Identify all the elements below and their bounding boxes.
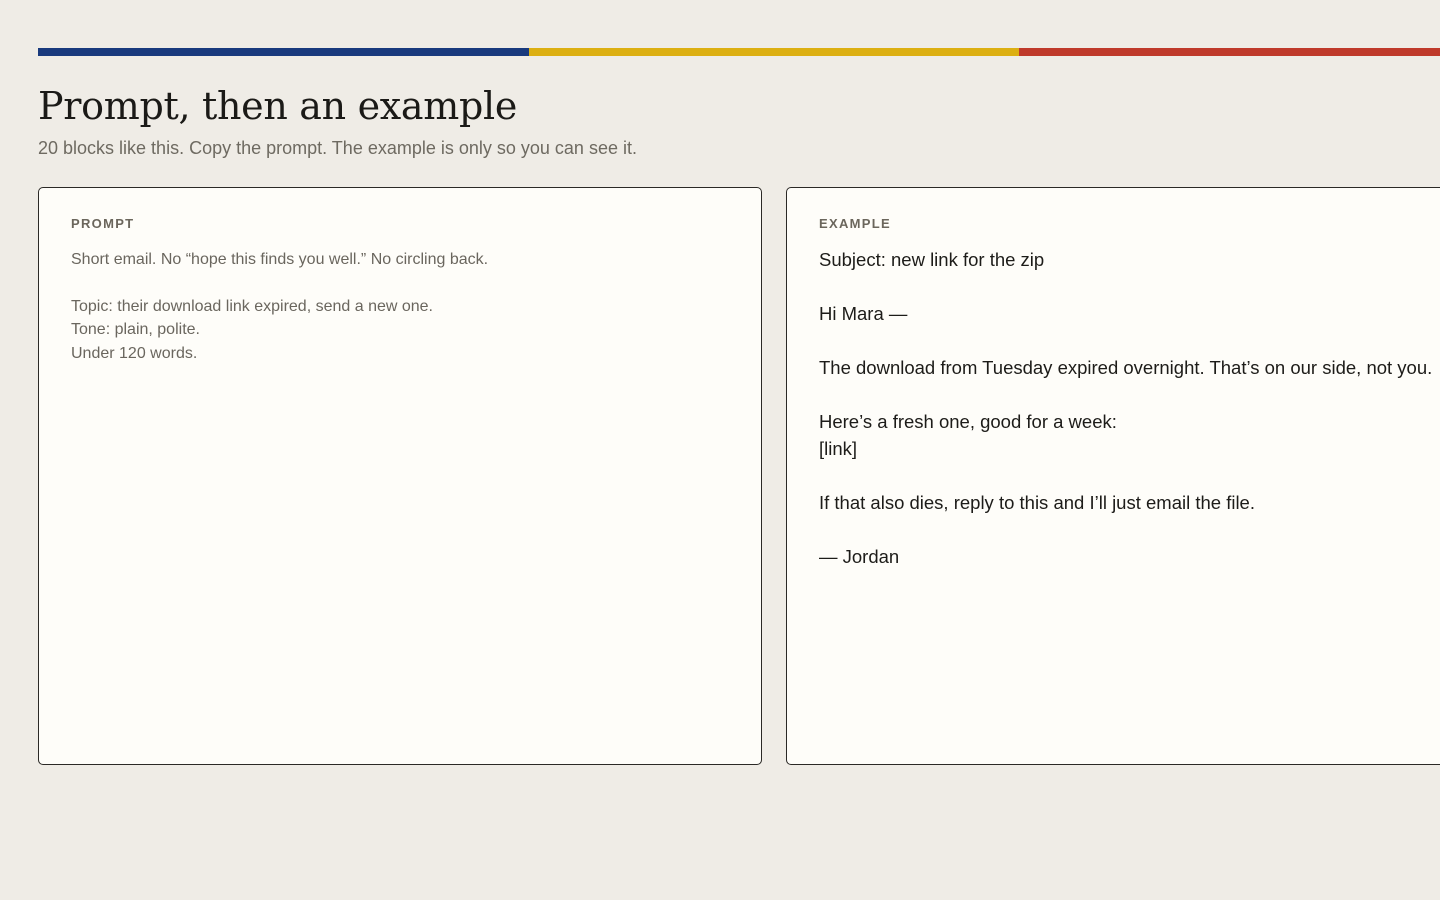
email-line: The download from Tuesday expired overni… — [819, 357, 1433, 378]
email-subject: Subject: new link for the zip — [819, 249, 1045, 270]
accent-stripe-blue — [38, 48, 529, 56]
accent-stripe-red — [1019, 48, 1440, 56]
page-title: Prompt, then an example — [38, 84, 518, 128]
prompt-line: Under 120 words. — [71, 344, 198, 362]
prompt-label: PROMPT — [71, 216, 135, 231]
prompt-line: Tone: plain, polite. — [71, 321, 200, 338]
email-greeting: Hi Mara — — [819, 303, 908, 324]
accent-stripe — [38, 48, 1440, 56]
prompt-line: Short email. No “hope this finds you wel… — [71, 251, 489, 268]
accent-stripe-yellow — [529, 48, 1019, 56]
page-subtitle: 20 blocks like this. Copy the prompt. Th… — [38, 138, 637, 158]
email-signature: — Jordan — [819, 546, 900, 567]
email-line: If that also dies, reply to this and I’l… — [819, 492, 1255, 513]
example-email: Subject: new link for the zip Hi Mara — … — [819, 246, 1440, 570]
email-link-placeholder: [link] — [819, 438, 858, 459]
example-label: EXAMPLE — [819, 216, 891, 231]
email-line: Here’s a fresh one, good for a week: — [819, 411, 1117, 432]
prompt-text[interactable]: Short email. No “hope this finds you wel… — [71, 248, 731, 365]
prompt-line: Topic: their download link expired, send… — [71, 297, 433, 315]
example-card: EXAMPLE Subject: new link for the zip Hi… — [786, 187, 1440, 765]
prompt-card[interactable]: PROMPT Short email. No “hope this finds … — [38, 187, 762, 765]
